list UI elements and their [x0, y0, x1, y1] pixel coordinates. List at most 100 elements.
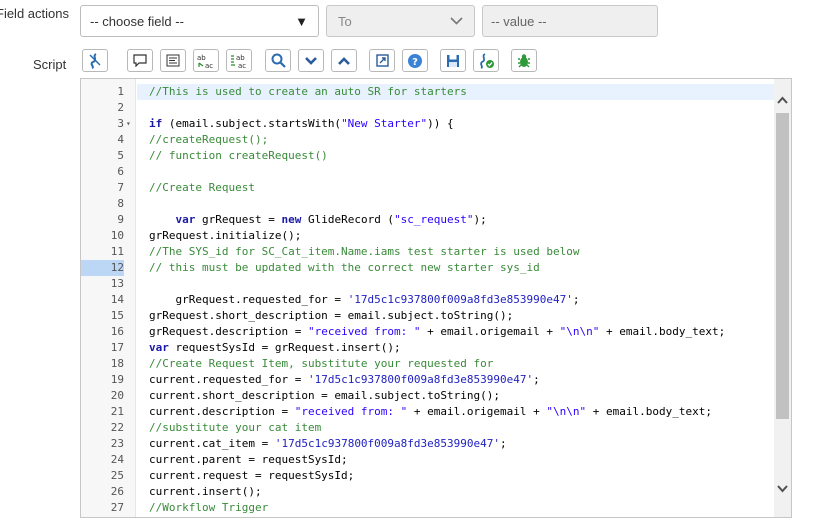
- code-token: + email.body_text;: [599, 325, 726, 338]
- code-line[interactable]: 11 //The SYS_id for SC_Cat_item.Name.iams…: [81, 244, 791, 260]
- scroll-up-icon[interactable]: [777, 95, 788, 105]
- code-token: // this must be updated with the correct…: [149, 261, 540, 274]
- code-line[interactable]: 7 //Create Request: [81, 180, 791, 196]
- code-text: current.short_description = email.subjec…: [149, 388, 500, 404]
- scroll-down-icon[interactable]: [777, 484, 788, 494]
- code-line[interactable]: 5 // function createRequest(): [81, 148, 791, 164]
- code-token: requestSysId = grRequest.insert();: [168, 341, 401, 354]
- toggle-syntax-editor-button[interactable]: [82, 49, 108, 72]
- code-line[interactable]: 22 //substitute your cat item: [81, 420, 791, 436]
- line-number: 25: [110, 469, 124, 482]
- code-token: current.short_description = email.subjec…: [149, 389, 500, 402]
- value-input[interactable]: -- value --: [482, 5, 658, 37]
- code-line[interactable]: 9 var grRequest = new GlideRecord ("sc_r…: [81, 212, 791, 228]
- code-token: current.description =: [149, 405, 295, 418]
- replace-button[interactable]: ab ac: [193, 49, 219, 72]
- code-line[interactable]: 26 current.insert();: [81, 484, 791, 500]
- fold-all-button[interactable]: [298, 49, 324, 72]
- line-number: 10: [110, 229, 124, 242]
- code-line[interactable]: 19 current.requested_for = '17d5c1c937800…: [81, 372, 791, 388]
- code-token: var: [149, 341, 169, 354]
- line-number: 7: [117, 181, 124, 194]
- script-debugger-button[interactable]: [473, 49, 499, 72]
- line-number: 26: [110, 485, 124, 498]
- code-line[interactable]: 25 current.request = requestSysId;: [81, 468, 791, 484]
- code-line[interactable]: 10 grRequest.initialize();: [81, 228, 791, 244]
- chevron-down-icon: [450, 17, 463, 25]
- line-number: 13: [110, 277, 124, 290]
- comment-selected-code-button[interactable]: [127, 49, 153, 72]
- line-number: 27: [110, 501, 124, 514]
- code-line[interactable]: 2: [81, 100, 791, 116]
- vertical-scrollbar[interactable]: [774, 79, 791, 517]
- code-token: current.insert();: [149, 485, 262, 498]
- debugger-icon: [479, 52, 494, 69]
- code-token: ;: [500, 437, 507, 450]
- unfold-all-button[interactable]: [331, 49, 357, 72]
- line-number: 1: [117, 85, 124, 98]
- line-number: 22: [110, 421, 124, 434]
- replace-all-button[interactable]: ab ac: [226, 49, 252, 72]
- code-text: //substitute your cat item: [149, 420, 321, 436]
- line-number: 6: [117, 165, 124, 178]
- line-number: 24: [110, 453, 124, 466]
- line-number: 3: [117, 117, 124, 130]
- field-select[interactable]: -- choose field -- ▼: [80, 5, 319, 37]
- value-input-placeholder: -- value --: [491, 14, 547, 29]
- code-token: //This is used to create an auto SR for …: [149, 85, 467, 98]
- code-line[interactable]: 21 current.description = "received from: …: [81, 404, 791, 420]
- search-icon: [271, 53, 286, 68]
- svg-text:ab: ab: [197, 54, 206, 62]
- code-text: current.description = "received from: " …: [149, 404, 712, 420]
- line-number: 16: [110, 325, 124, 338]
- code-line[interactable]: 24 current.parent = requestSysId;: [81, 452, 791, 468]
- code-line[interactable]: 13: [81, 276, 791, 292]
- code-line[interactable]: 20 current.short_description = email.subj…: [81, 388, 791, 404]
- full-screen-button[interactable]: [369, 49, 395, 72]
- line-number: 12: [81, 260, 124, 276]
- replace-all-icon: abac: [231, 54, 246, 69]
- script-editor[interactable]: 1 //This is used to create an auto SR for…: [80, 78, 792, 518]
- help-button[interactable]: ?: [402, 49, 428, 72]
- caret-down-icon: ▼: [295, 14, 308, 29]
- fold-toggle-icon[interactable]: ▾: [126, 116, 131, 132]
- code-text: var grRequest = new GlideRecord ("sc_req…: [149, 212, 487, 228]
- code-token: '17d5c1c937800f009a8fd3e853990e47': [347, 293, 573, 306]
- code-line[interactable]: 12 // this must be updated with the corre…: [81, 260, 791, 276]
- code-token: '17d5c1c937800f009a8fd3e853990e47': [307, 373, 534, 386]
- code-line[interactable]: 17 var requestSysId = grRequest.insert();: [81, 340, 791, 356]
- code-token: //substitute your cat item: [149, 421, 322, 434]
- check-syntax-button[interactable]: [511, 49, 537, 72]
- search-button[interactable]: [265, 49, 291, 72]
- code-text: current.parent = requestSysId;: [149, 452, 348, 468]
- code-line[interactable]: 14 grRequest.requested_for = '17d5c1c937…: [81, 292, 791, 308]
- scrollbar-thumb[interactable]: [776, 113, 789, 419]
- code-line[interactable]: 15 grRequest.short_description = email.su…: [81, 308, 791, 324]
- code-token: //Create Request Item, substitute your r…: [149, 357, 494, 370]
- code-line[interactable]: 4 //createRequest();: [81, 132, 791, 148]
- save-icon: [447, 54, 459, 67]
- code-line[interactable]: 8: [81, 196, 791, 212]
- line-number: 21: [110, 405, 124, 418]
- line-number: 14: [110, 293, 124, 306]
- code-line[interactable]: 23 current.cat_item = '17d5c1c937800f009a…: [81, 436, 791, 452]
- save-button[interactable]: [440, 49, 466, 72]
- code-line[interactable]: 6: [81, 164, 791, 180]
- code-text: //Workflow Trigger: [149, 500, 268, 516]
- format-code-button[interactable]: [160, 49, 186, 72]
- code-line[interactable]: 27 //Workflow Trigger: [81, 500, 791, 516]
- line-number: 19: [110, 373, 124, 386]
- help-icon: ?: [408, 53, 422, 68]
- code-token: "received from: ": [307, 325, 421, 338]
- code-token: //The SYS_id for SC_Cat_item.Name.iams t…: [149, 245, 580, 258]
- code-text: // this must be updated with the correct…: [149, 260, 540, 276]
- code-token: new: [281, 213, 302, 226]
- code-line[interactable]: 1 //This is used to create an auto SR for…: [81, 84, 791, 100]
- code-line[interactable]: 3 ▾ if (email.subject.startsWith("New Star…: [81, 116, 791, 132]
- line-number: 4: [117, 133, 124, 146]
- line-number: 18: [110, 357, 124, 370]
- operator-select[interactable]: To: [326, 5, 475, 37]
- code-line[interactable]: 18 //Create Request Item, substitute your…: [81, 356, 791, 372]
- code-line[interactable]: 16 grRequest.description = "received from…: [81, 324, 791, 340]
- code-text: current.request = requestSysId;: [149, 468, 354, 484]
